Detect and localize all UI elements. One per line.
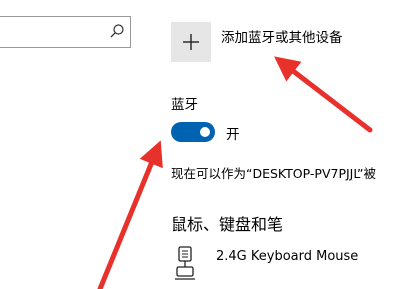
toggle-knob [200,127,210,137]
bluetooth-settings-page: 添加蓝牙或其他设备 蓝牙 开 现在可以作为“DESKTOP-PV7PJJL”被 … [0,0,398,289]
annotation-arrow-toggle [97,140,163,289]
discoverable-text: 现在可以作为“DESKTOP-PV7PJJL”被 [171,166,377,181]
bluetooth-toggle[interactable] [171,122,215,142]
plus-icon [183,34,199,50]
search-input[interactable] [0,16,131,48]
annotation-arrow-add-device [274,56,373,133]
add-device-button[interactable] [171,22,211,62]
section-title-mouse-keyboard-pen: 鼠标、键盘和笔 [171,215,284,234]
device-item-name[interactable]: 2.4G Keyboard Mouse [216,249,358,264]
toggle-state-label: 开 [226,127,240,143]
keyboard-mouse-icon [175,246,195,280]
bluetooth-heading: 蓝牙 [171,97,198,113]
add-device-label[interactable]: 添加蓝牙或其他设备 [221,26,343,46]
search-icon[interactable] [109,23,125,39]
